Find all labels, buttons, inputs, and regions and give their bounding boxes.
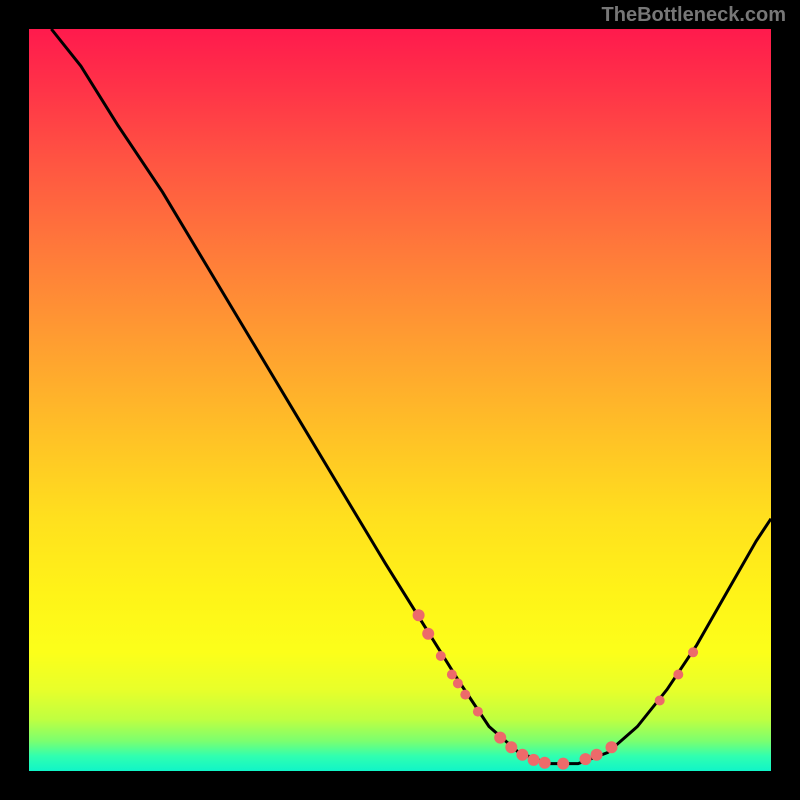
data-marker xyxy=(453,678,463,688)
data-marker xyxy=(606,741,618,753)
data-marker xyxy=(516,749,528,761)
data-marker xyxy=(539,757,551,769)
data-marker xyxy=(422,628,434,640)
data-marker xyxy=(436,651,446,661)
data-marker xyxy=(557,758,569,770)
data-marker xyxy=(460,690,470,700)
data-marker xyxy=(447,670,457,680)
watermark-text: TheBottleneck.com xyxy=(602,4,786,27)
data-markers xyxy=(413,609,698,769)
data-marker xyxy=(494,732,506,744)
data-marker xyxy=(528,754,540,766)
data-marker xyxy=(591,749,603,761)
data-marker xyxy=(505,741,517,753)
bottleneck-curve xyxy=(51,29,771,764)
data-marker xyxy=(413,609,425,621)
data-marker xyxy=(688,647,698,657)
data-marker xyxy=(655,696,665,706)
chart-plot-area xyxy=(29,29,771,771)
data-marker xyxy=(473,707,483,717)
chart-svg xyxy=(29,29,771,771)
data-marker xyxy=(673,670,683,680)
data-marker xyxy=(580,753,592,765)
